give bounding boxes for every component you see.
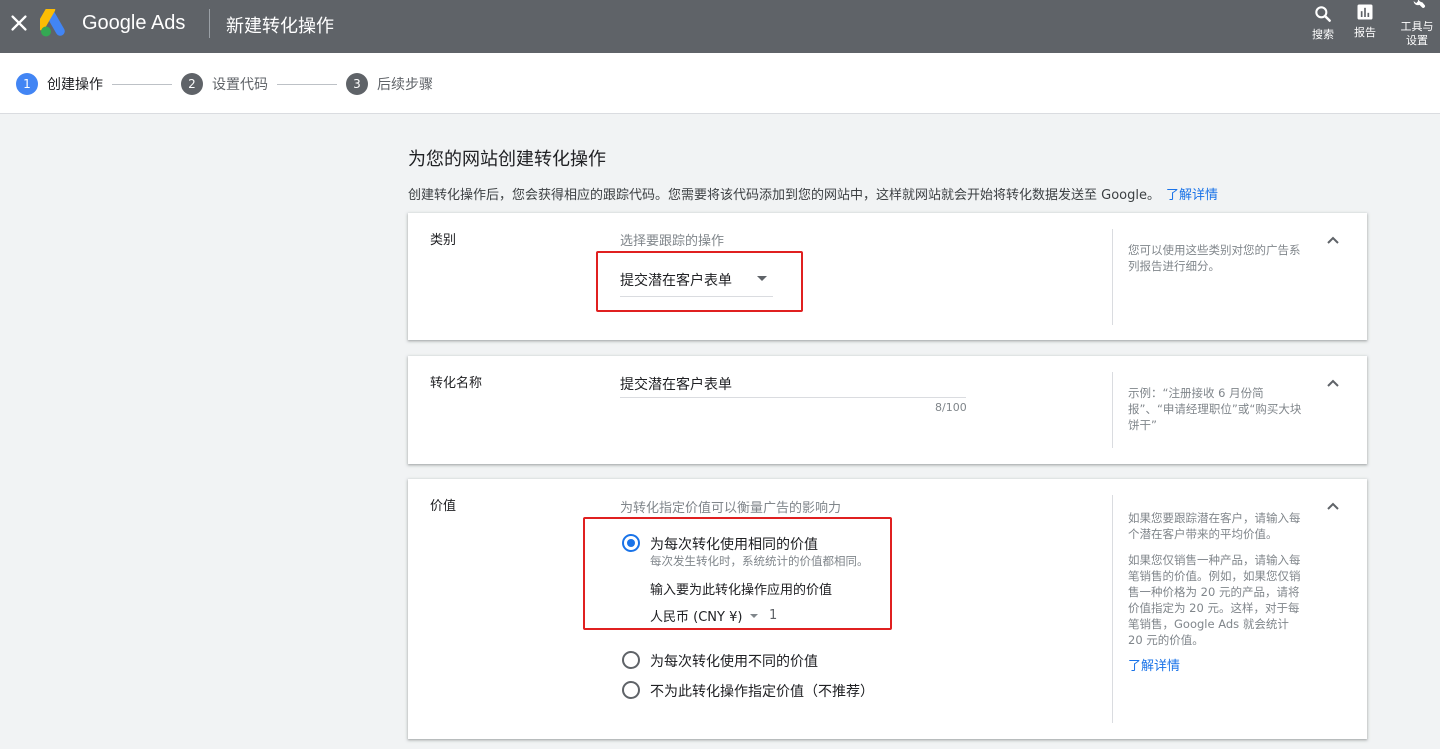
step-next-steps[interactable]: 3 后续步骤 — [346, 72, 433, 96]
radio-different-values[interactable]: 为每次转化使用不同的价值 — [622, 651, 818, 671]
top-bar: Google Ads 新建转化操作 搜索 报告 工具与 设置 — [0, 0, 1440, 53]
search-button[interactable]: 搜索 — [1303, 4, 1343, 42]
category-label: 类别 — [430, 233, 457, 248]
close-icon[interactable] — [8, 12, 30, 34]
step-label: 设置代码 — [212, 77, 268, 93]
section-heading: 为您的网站创建转化操作 — [408, 149, 606, 170]
value-card: 价值 为转化指定价值可以衡量广告的影响力 为每次转化使用相同的价值 每次发生转化… — [408, 479, 1367, 739]
radio-button[interactable] — [622, 651, 640, 669]
category-card: 类别 选择要跟踪的操作 提交潜在客户表单 您可以使用这些类别对您的广告系列报告进… — [408, 213, 1367, 340]
wrench-icon — [1413, 0, 1425, 8]
header-divider — [209, 9, 210, 38]
radio-button[interactable] — [622, 681, 640, 699]
step-connector — [277, 84, 337, 85]
value-label: 价值 — [430, 499, 457, 514]
category-help: 您可以使用这些类别对您的广告系列报告进行细分。 — [1128, 242, 1303, 284]
conversion-name-help: 示例：“注册接收 6 月份简报”、“申请经理职位”或“购买大块饼干” — [1128, 385, 1308, 443]
bar-chart-icon — [1357, 4, 1373, 20]
brand-name: Google Ads — [82, 12, 186, 34]
value-help: 如果您要跟踪潜在客户，请输入每个潜在客户带来的平均价值。 如果您仅销售一种产品，… — [1128, 510, 1304, 675]
radio-no-value[interactable]: 不为此转化操作指定价值（不推荐） — [622, 681, 874, 701]
value-help-text-1: 如果您要跟踪潜在客户，请输入每个潜在客户带来的平均价值。 — [1128, 511, 1301, 541]
value-learn-more-link[interactable]: 了解详情 — [1128, 659, 1180, 674]
step-setup-code[interactable]: 2 设置代码 — [181, 72, 268, 96]
card-separator — [1112, 495, 1113, 723]
conversion-name-input[interactable] — [620, 370, 966, 398]
card-separator — [1112, 229, 1113, 325]
step-connector — [112, 84, 172, 85]
chevron-up-icon[interactable] — [1321, 229, 1345, 253]
intro-body: 创建转化操作后，您会获得相应的跟踪代码。您需要将该代码添加到您的网站中，这样就网… — [408, 188, 1160, 203]
radio-label: 不为此转化操作指定价值（不推荐） — [650, 684, 874, 700]
step-create-action[interactable]: 1 创建操作 — [16, 72, 103, 96]
google-ads-logo-icon — [36, 4, 70, 37]
conversion-name-help-text: 示例：“注册接收 6 月份简报”、“申请经理职位”或“购买大块饼干” — [1128, 386, 1302, 432]
reports-button[interactable]: 报告 — [1345, 2, 1385, 40]
value-hint: 为转化指定价值可以衡量广告的影响力 — [620, 501, 842, 516]
tools-label-line1: 工具与 — [1400, 20, 1434, 33]
radio-label: 为每次转化使用不同的价值 — [650, 654, 818, 670]
highlight-box — [596, 251, 803, 312]
learn-more-link[interactable]: 了解详情 — [1166, 188, 1218, 203]
search-icon — [1315, 6, 1331, 22]
tools-settings-button[interactable]: 工具与 设置 — [1397, 0, 1437, 48]
conversion-name-card: 转化名称 8/100 示例：“注册接收 6 月份简报”、“申请经理职位”或“购买… — [408, 356, 1367, 464]
step-number: 3 — [346, 73, 368, 95]
highlight-box — [583, 517, 892, 630]
stepper: 1 创建操作 2 设置代码 3 后续步骤 — [0, 53, 1440, 114]
intro-text: 创建转化操作后，您会获得相应的跟踪代码。您需要将该代码添加到您的网站中，这样就网… — [408, 184, 1218, 203]
step-label: 后续步骤 — [377, 77, 433, 93]
chevron-up-icon[interactable] — [1321, 372, 1345, 396]
category-hint: 选择要跟踪的操作 — [620, 234, 725, 249]
tools-label-line2: 设置 — [1406, 34, 1428, 47]
chevron-up-icon[interactable] — [1321, 495, 1345, 519]
step-label: 创建操作 — [47, 77, 103, 93]
reports-label: 报告 — [1354, 26, 1376, 39]
step-number: 1 — [16, 73, 38, 95]
card-separator — [1112, 372, 1113, 448]
character-count: 8/100 — [935, 401, 967, 414]
conversion-name-label: 转化名称 — [430, 376, 483, 391]
step-number: 2 — [181, 73, 203, 95]
page-title: 新建转化操作 — [226, 16, 334, 37]
value-help-text-2: 如果您仅销售一种产品，请输入每笔销售的价值。例如，如果您仅销售一种价格为 20 … — [1128, 553, 1301, 647]
search-label: 搜索 — [1312, 28, 1334, 41]
category-help-text: 您可以使用这些类别对您的广告系列报告进行细分。 — [1128, 243, 1301, 273]
